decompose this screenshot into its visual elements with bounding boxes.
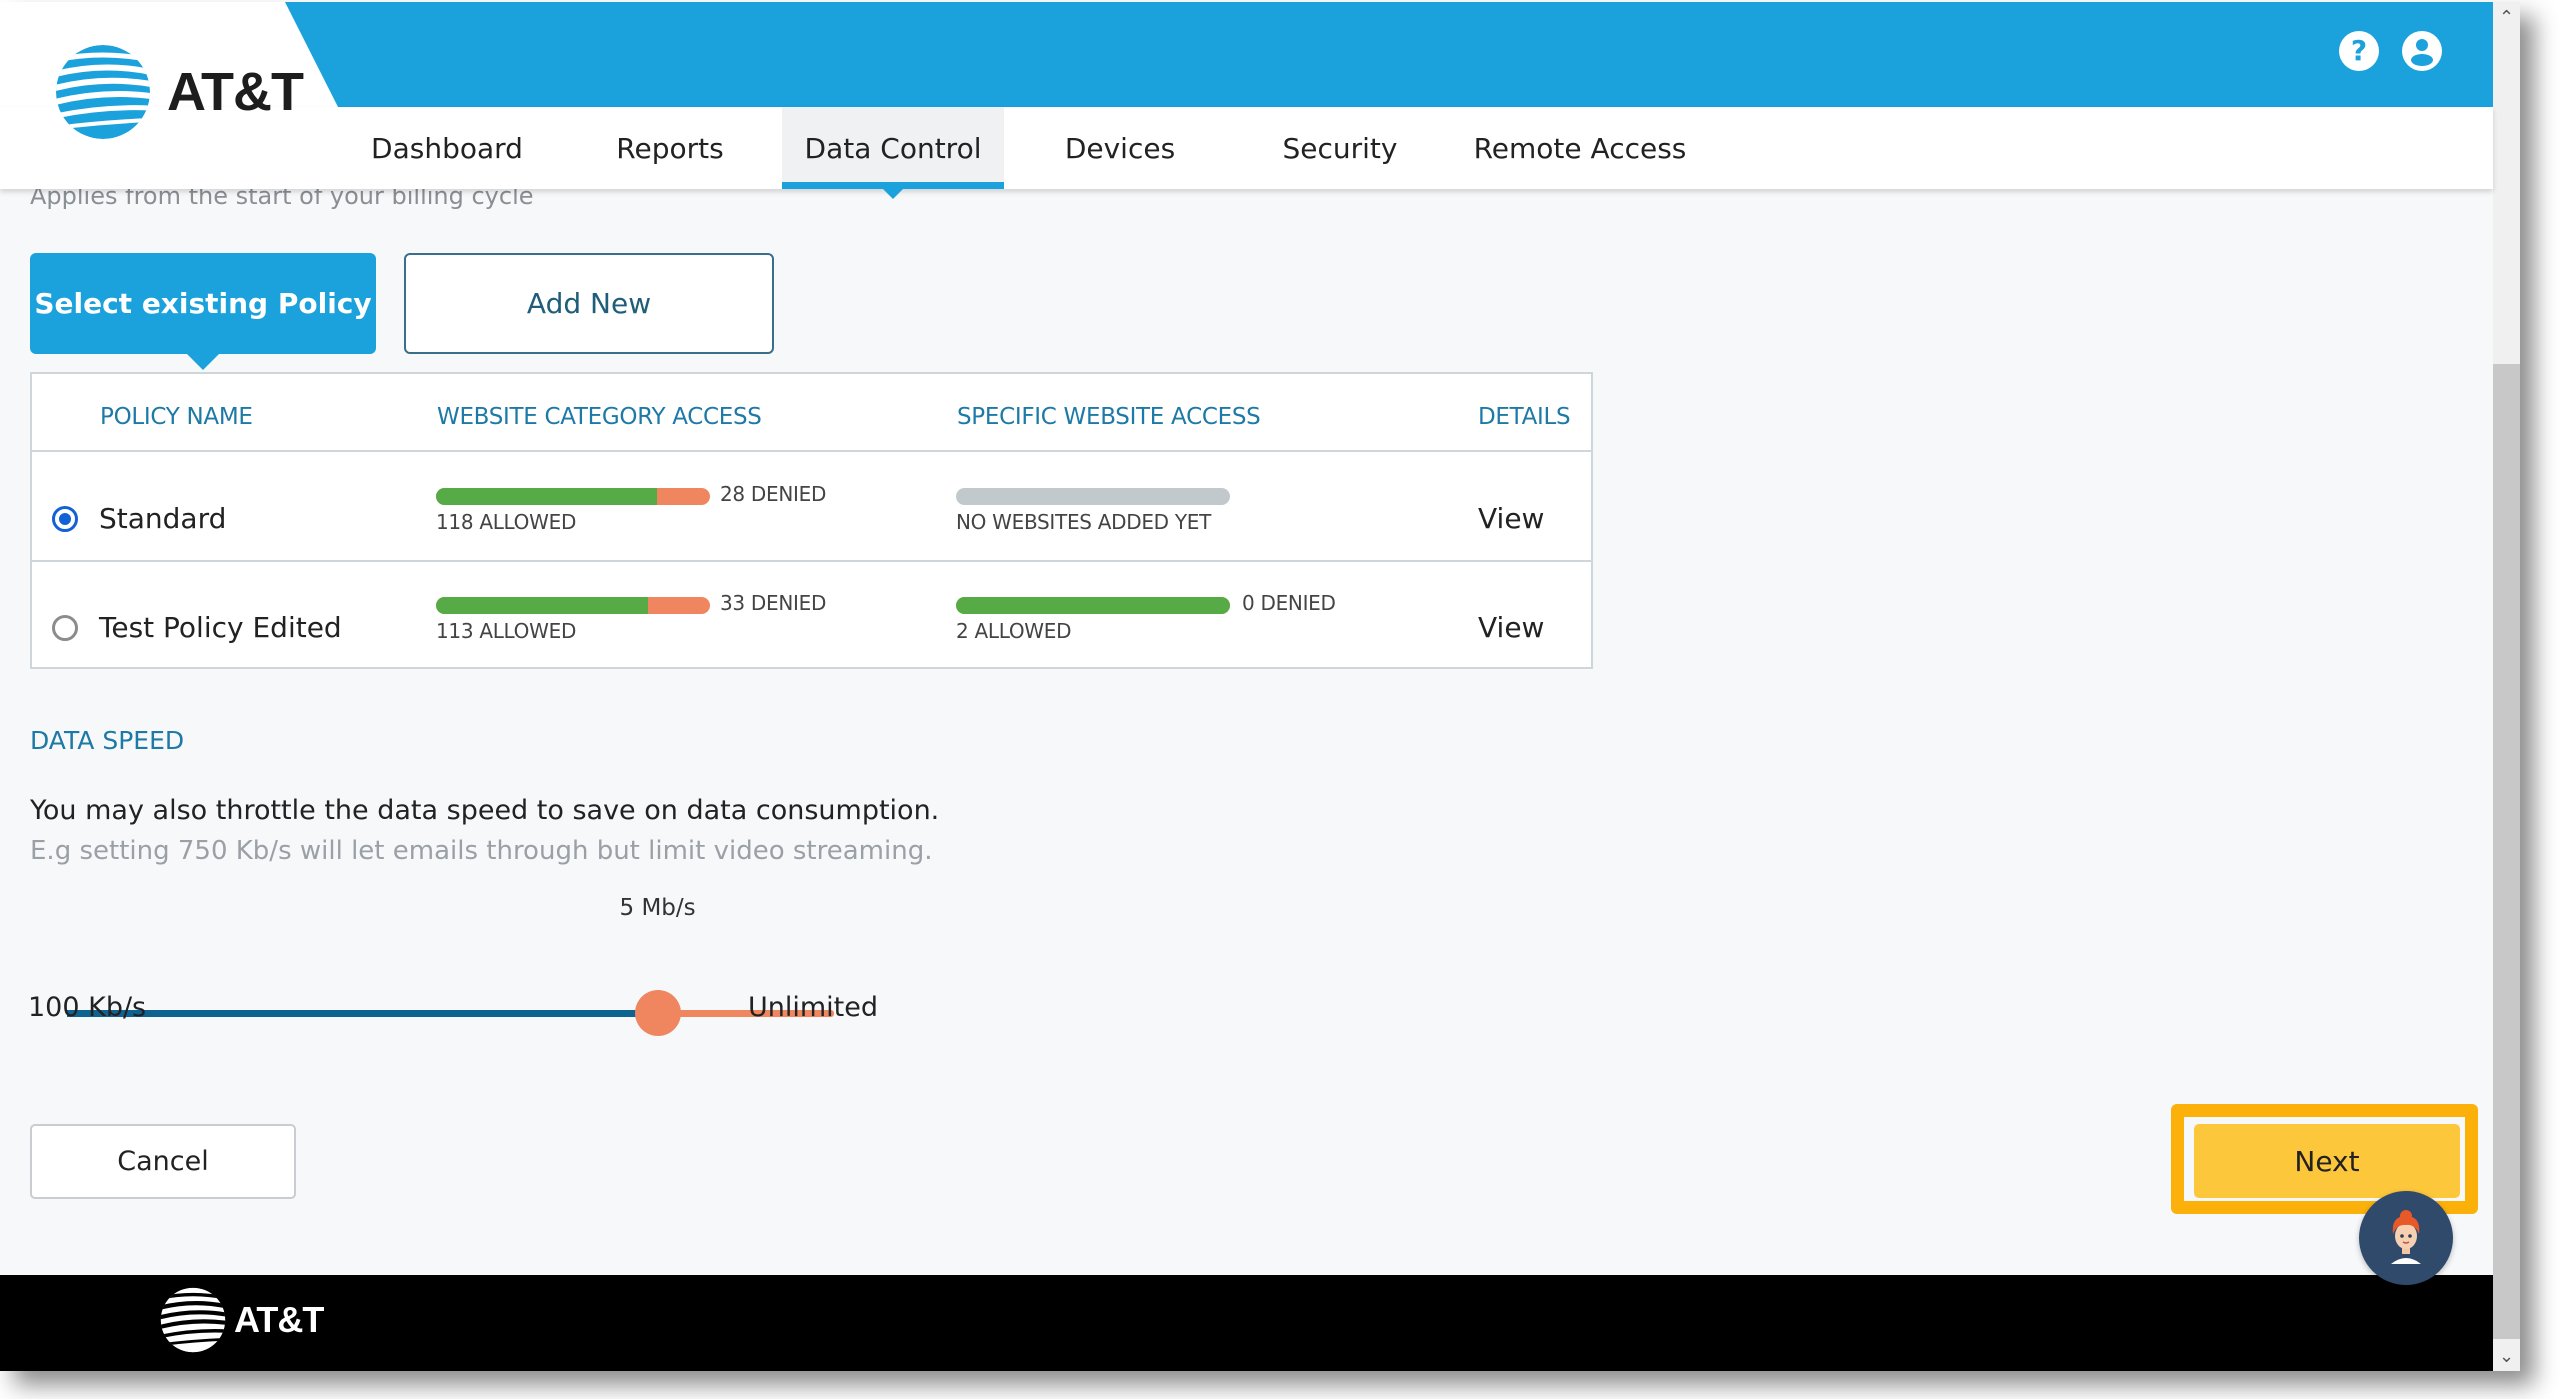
specific-denied-label: 0 DENIED: [1242, 591, 1336, 615]
select-existing-policy-button[interactable]: Select existing Policy: [30, 253, 376, 354]
category-allowed-label: 113 ALLOWED: [436, 619, 577, 643]
view-details-link[interactable]: View: [1478, 502, 1544, 535]
user-account-icon: [2411, 39, 2433, 66]
slider-value-label: 5 Mb/s: [619, 895, 696, 921]
policy-name: Test Policy Edited: [99, 611, 342, 644]
specific-access-bar-empty: [956, 488, 1230, 505]
tab-label: Dashboard: [371, 131, 523, 165]
scroll-down-button[interactable]: ⌄: [2493, 1341, 2520, 1371]
category-access-bar: [436, 488, 710, 505]
browser-window: AT&T ? Dashboard Reports Data Control De…: [0, 2, 2520, 1371]
footer-att-logo[interactable]: AT&T: [160, 1287, 324, 1353]
row-divider: [32, 560, 1591, 562]
policy-radio-test-policy-edited[interactable]: [52, 615, 78, 641]
col-header-policy-name: POLICY NAME: [100, 404, 253, 430]
category-allowed-label: 118 ALLOWED: [436, 510, 577, 534]
tab-label: Remote Access: [1473, 131, 1687, 165]
slider-thumb[interactable]: [634, 990, 681, 1036]
category-allowed-segment: [436, 597, 649, 614]
tab-label: Data Control: [804, 131, 982, 165]
tab-devices[interactable]: Devices: [1050, 107, 1190, 189]
tab-label: Reports: [616, 131, 724, 165]
scrollbar-thumb[interactable]: [2493, 364, 2520, 1339]
footer: AT&T: [0, 1275, 2493, 1371]
user-account-button[interactable]: [2402, 31, 2442, 71]
tab-label: Security: [1282, 131, 1398, 165]
add-new-policy-button[interactable]: Add New: [404, 253, 774, 354]
tab-data-control[interactable]: Data Control: [782, 107, 1004, 189]
vertical-scrollbar[interactable]: ⌃ ⌄: [2493, 2, 2520, 1371]
chevron-down-icon: ⌄: [2498, 1345, 2515, 1367]
footer-logo-text: AT&T: [234, 1299, 324, 1340]
specific-access-bar: [956, 597, 1230, 614]
chevron-up-icon: ⌃: [2498, 6, 2515, 28]
data-speed-description: You may also throttle the data speed to …: [30, 795, 940, 826]
header-divider: [32, 450, 1591, 452]
slider-max-label: Unlimited: [748, 992, 879, 1023]
col-header-details: DETAILS: [1478, 404, 1571, 430]
cancel-button[interactable]: Cancel: [30, 1124, 296, 1199]
att-globe-icon: [160, 1287, 226, 1353]
policy-radio-standard[interactable]: [52, 506, 78, 532]
policy-table: POLICY NAME WEBSITE CATEGORY ACCESS SPEC…: [30, 372, 1593, 669]
data-speed-hint: E.g setting 750 Kb/s will let emails thr…: [30, 836, 933, 866]
category-access-bar: [436, 597, 710, 614]
specific-allowed-segment: [956, 597, 1230, 614]
header-bar: [0, 2, 2493, 107]
data-speed-slider[interactable]: [67, 1010, 834, 1017]
slider-fill: [67, 1010, 658, 1017]
tab-reports[interactable]: Reports: [590, 107, 750, 189]
policy-name: Standard: [99, 502, 227, 535]
view-details-link[interactable]: View: [1478, 611, 1544, 644]
main-nav: Dashboard Reports Data Control Devices S…: [0, 107, 2493, 189]
help-icon: ?: [2350, 34, 2368, 67]
tab-remote-access[interactable]: Remote Access: [1470, 107, 1690, 189]
category-denied-label: 33 DENIED: [720, 591, 827, 615]
tab-label: Devices: [1064, 131, 1176, 165]
tab-security[interactable]: Security: [1270, 107, 1410, 189]
specific-allowed-label: 2 ALLOWED: [956, 619, 1072, 643]
next-button[interactable]: Next: [2194, 1124, 2460, 1198]
att-globe-icon: [56, 45, 150, 139]
category-denied-label: 28 DENIED: [720, 482, 827, 506]
data-speed-title: DATA SPEED: [30, 726, 185, 755]
scroll-up-button[interactable]: ⌃: [2493, 2, 2520, 32]
att-logo-text: AT&T: [167, 62, 304, 122]
col-header-specific-access: SPECIFIC WEBSITE ACCESS: [957, 404, 1261, 430]
att-logo[interactable]: AT&T: [55, 44, 304, 140]
chat-assistant-button[interactable]: [2359, 1191, 2453, 1285]
col-header-category-access: WEBSITE CATEGORY ACCESS: [437, 404, 762, 430]
help-button[interactable]: ?: [2339, 31, 2379, 71]
assistant-avatar-icon: [2391, 1210, 2421, 1264]
category-allowed-segment: [436, 488, 658, 505]
slider-min-label: 100 Kb/s: [28, 992, 147, 1023]
specific-empty-label: NO WEBSITES ADDED YET: [956, 510, 1211, 534]
tab-dashboard[interactable]: Dashboard: [352, 107, 542, 189]
